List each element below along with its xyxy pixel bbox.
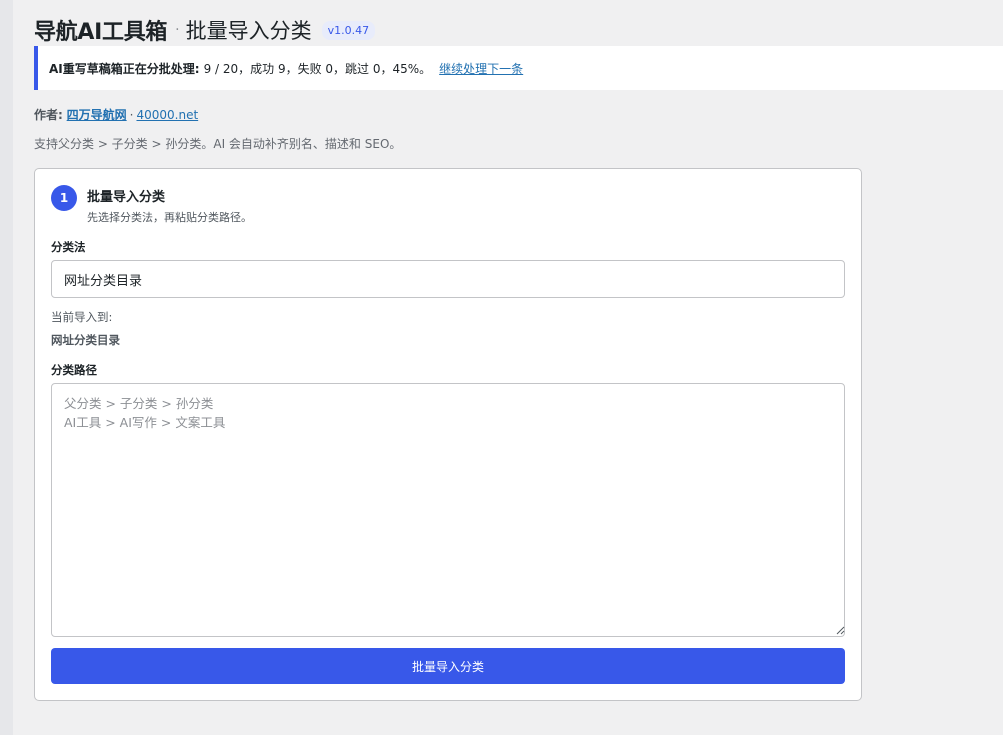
- path-label: 分类路径: [51, 363, 97, 377]
- resize-grip-icon[interactable]: [835, 625, 845, 635]
- step-number-badge: 1: [51, 185, 77, 211]
- notice-label: AI重写草稿箱正在分批处理:: [49, 61, 200, 76]
- current-import-label: 当前导入到:: [51, 310, 113, 324]
- taxonomy-select[interactable]: 网址分类目录: [51, 260, 845, 298]
- step-title: 批量导入分类: [87, 190, 166, 205]
- batch-import-button[interactable]: 批量导入分类: [51, 648, 845, 684]
- author-label: 作者:: [34, 108, 63, 122]
- version-badge: v1.0.47: [321, 20, 376, 40]
- category-path-textarea[interactable]: [51, 383, 845, 637]
- batch-progress-notice: AI重写草稿箱正在分批处理: 9 / 20，成功 9，失败 0，跳过 0，45%…: [34, 46, 1003, 90]
- author-dot: ·: [129, 108, 134, 122]
- brand-title: 导航AI工具箱: [34, 20, 168, 45]
- page-description: 支持父分类 > 子分类 > 孙分类。AI 会自动补齐别名、描述和 SEO。: [34, 137, 402, 151]
- author-line: 作者: 四万导航网 · 40000.net: [34, 106, 198, 123]
- author-name-link[interactable]: 四万导航网: [67, 108, 127, 122]
- import-card: 1 批量导入分类 先选择分类法，再粘贴分类路径。 分类法 网址分类目录 当前导入…: [34, 168, 862, 701]
- continue-processing-link[interactable]: 继续处理下一条: [439, 60, 523, 77]
- taxonomy-label: 分类法: [51, 240, 86, 254]
- title-separator: ·: [175, 22, 180, 38]
- current-import-value: 网址分类目录: [51, 333, 120, 347]
- taxonomy-selected-value: 网址分类目录: [64, 273, 143, 289]
- step-subtitle: 先选择分类法，再粘贴分类路径。: [87, 211, 252, 224]
- page-title: 批量导入分类: [185, 19, 312, 43]
- notice-status: 9 / 20，成功 9，失败 0，跳过 0，45%。: [203, 61, 432, 76]
- admin-sidebar-edge: [0, 0, 13, 735]
- author-site-link[interactable]: 40000.net: [136, 108, 198, 122]
- page-header: 导航AI工具箱 · 批量导入分类 v1.0.47: [34, 14, 376, 46]
